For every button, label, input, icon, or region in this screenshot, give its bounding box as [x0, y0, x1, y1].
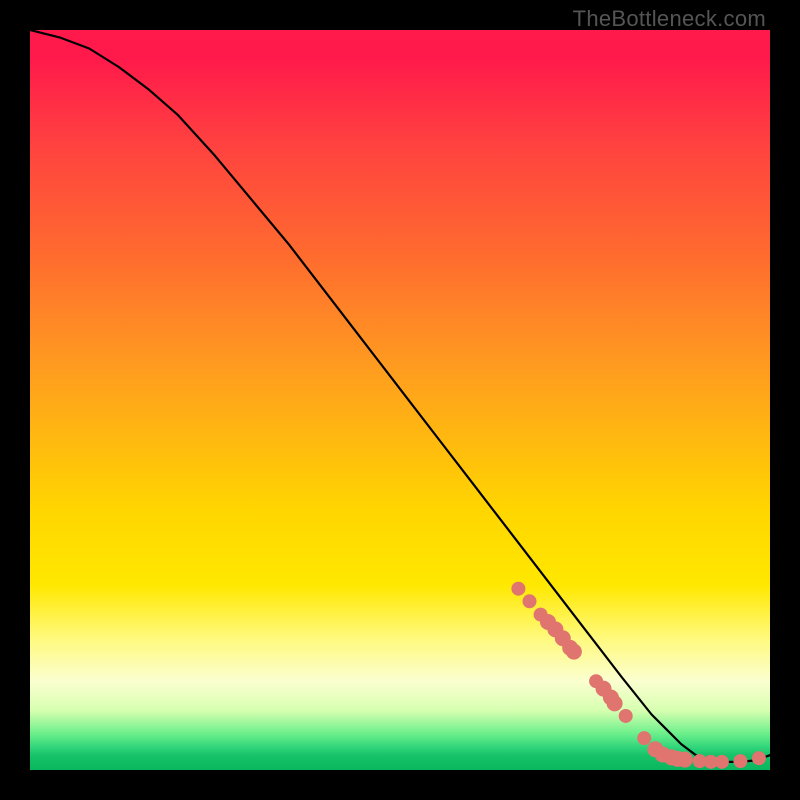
- marker-point: [523, 594, 537, 608]
- marker-point: [566, 644, 582, 660]
- chart-stage: TheBottleneck.com: [0, 0, 800, 800]
- marker-point: [607, 695, 623, 711]
- marker-point: [715, 755, 729, 769]
- source-label: TheBottleneck.com: [573, 6, 766, 32]
- plot-area: [30, 30, 770, 770]
- marker-point: [733, 754, 747, 768]
- marker-point: [677, 752, 693, 768]
- marker-point: [637, 731, 651, 745]
- marker-point: [619, 709, 633, 723]
- marker-layer: [30, 30, 770, 770]
- marker-point: [511, 582, 525, 596]
- marker-group: [511, 582, 766, 769]
- marker-point: [752, 751, 766, 765]
